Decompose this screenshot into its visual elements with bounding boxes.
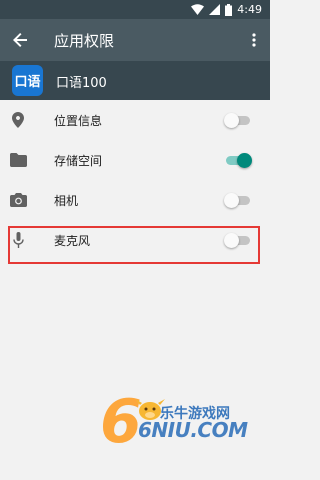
signal-icon (209, 4, 221, 15)
status-icons: 4:49 (191, 2, 262, 17)
permission-row-location[interactable]: 位置信息 (0, 100, 270, 140)
arrow-back-icon (13, 33, 27, 47)
overflow-menu-button[interactable] (244, 26, 264, 54)
page-title: 应用权限 (54, 32, 115, 50)
camera-toggle[interactable] (224, 193, 252, 208)
app-header: 口语 口语100 (0, 61, 270, 100)
permission-label: 位置信息 (54, 114, 103, 128)
toggle-thumb (224, 113, 239, 128)
storage-toggle[interactable] (224, 153, 252, 168)
permission-row-storage[interactable]: 存储空间 (0, 140, 270, 180)
app-icon: 口语 (12, 65, 43, 96)
location-toggle[interactable] (224, 113, 252, 128)
permission-row-camera[interactable]: 相机 (0, 180, 270, 220)
more-vert-icon (252, 33, 256, 47)
permission-label: 存储空间 (54, 154, 103, 168)
toggle-thumb (237, 153, 252, 168)
location-pin-icon (9, 111, 27, 129)
toolbar: 应用权限 (0, 19, 270, 61)
highlight-box (8, 226, 260, 264)
watermark-logo: 6 乐牛游戏网 6NIU.COM (100, 388, 260, 458)
camera-icon (9, 191, 27, 209)
app-icon-label: 口语 (14, 75, 41, 90)
wifi-icon (191, 4, 205, 15)
back-button[interactable] (6, 26, 34, 54)
status-time: 4:49 (237, 3, 262, 16)
app-name: 口语100 (56, 76, 107, 91)
folder-icon (9, 151, 27, 169)
watermark-url: 6NIU.COM (138, 418, 248, 442)
toggle-thumb (224, 193, 239, 208)
permission-label: 相机 (54, 194, 79, 208)
status-bar: 4:49 (0, 0, 270, 19)
battery-icon (225, 3, 233, 16)
